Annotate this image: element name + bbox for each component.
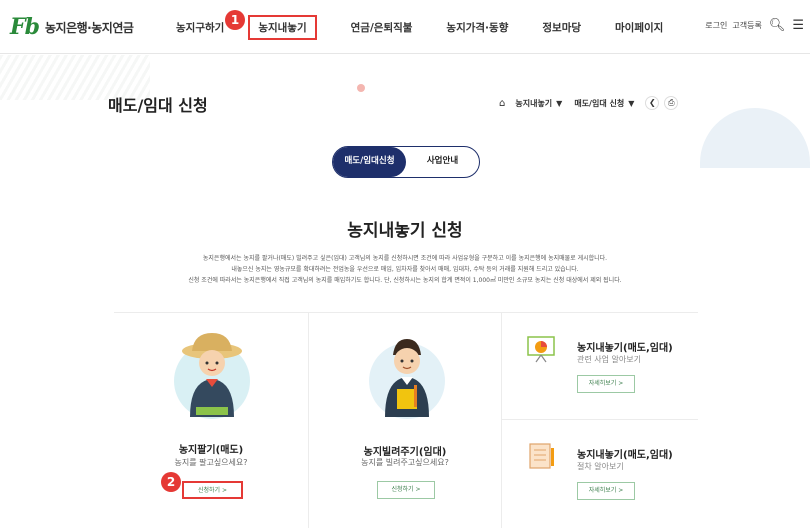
annotation-badge-2: 2 — [161, 472, 181, 492]
card-sell: 농지팔기(매도) 농지를 팔고싶으세요? 신청하기 > — [114, 313, 309, 528]
login-link[interactable]: 로그인 — [705, 20, 727, 31]
card-title: 농지빌려주기(임대) — [363, 447, 447, 458]
logo-text: 농지은행·농지연금 — [45, 20, 134, 35]
chevron-down-icon[interactable]: ▼ — [556, 99, 562, 108]
page-title: 매도/임대 신청 — [108, 96, 208, 115]
card-subtitle: 농지를 빌려주고싶으세요? — [361, 458, 449, 467]
decorative-dot — [357, 84, 365, 92]
cards-grid: 농지팔기(매도) 농지를 팔고싶으세요? 신청하기 > 농지빌려주기(임대) 농… — [114, 312, 698, 528]
apply-lease-button[interactable]: 신청하기 > — [377, 481, 435, 499]
tab-apply[interactable]: 매도/임대신청 — [333, 147, 406, 177]
breadcrumb: ⌂ 농지내놓기 ▼ 매도/임대 신청 ▼ ❮ ⎙ — [499, 96, 679, 110]
breadcrumb-item-1[interactable]: 농지내놓기 — [515, 98, 552, 109]
details-business-button[interactable]: 자세히보기 > — [577, 375, 635, 393]
card-title: 농지팔기(매도) — [178, 445, 244, 456]
nav-item-pension-retirement[interactable]: 연금/은퇴직불 — [351, 20, 413, 40]
print-icon[interactable]: ⎙ — [664, 96, 679, 110]
logo-mark: Fb — [10, 14, 40, 40]
description-line: 내놓으신 농지는 영농규모를 확대하려는 전업농을 우선으로 매입, 임차자를 … — [231, 266, 579, 273]
notebook-icon — [529, 443, 554, 469]
info-title: 농지내놓기(매도,임대) — [577, 450, 673, 461]
section-title: 농지내놓기 신청 — [347, 221, 463, 241]
decorative-shape — [700, 108, 810, 168]
share-icon[interactable]: ❮ — [645, 96, 660, 110]
card-subtitle: 농지를 팔고싶으세요? — [174, 458, 248, 467]
section-description: 농지은행에서는 농지를 팔거나(매도) 빌려주고 싶은(임대) 고객님의 농지를… — [90, 253, 720, 286]
info-title: 농지내놓기(매도,임대) — [577, 343, 673, 354]
nav-item-price-trend[interactable]: 농지가격·동향 — [446, 20, 508, 40]
info-card-business: 농지내놓기(매도,임대) 관련 사업 알아보기 자세히보기 > — [502, 313, 698, 420]
utility-menu: 로그인 고객등록 🔍︎ ☰ — [700, 18, 804, 33]
description-line: 신청 조건에 따라서는 농지은행에서 직접 고객님의 농지를 매입하기도 합니다… — [188, 277, 622, 284]
section-tabs: 매도/임대신청 사업안내 — [332, 146, 480, 178]
nav-item-find-farmland[interactable]: 농지구하기 — [176, 20, 224, 40]
signup-link[interactable]: 고객등록 — [732, 20, 761, 31]
nav-item-info[interactable]: 정보마당 — [542, 20, 581, 40]
tab-business-info[interactable]: 사업안내 — [406, 147, 479, 177]
description-line: 농지은행에서는 농지를 팔거나(매도) 빌려주고 싶은(임대) 고객님의 농지를… — [202, 255, 608, 262]
info-subtitle: 관련 사업 알아보기 — [577, 355, 641, 364]
info-subtitle: 절차 알아보기 — [577, 462, 624, 471]
nav-item-mypage[interactable]: 마이페이지 — [615, 20, 663, 40]
chevron-down-icon[interactable]: ▼ — [628, 99, 634, 108]
main-nav: 농지구하기 농지내놓기 연금/은퇴직불 농지가격·동향 정보마당 마이페이지 — [176, 15, 697, 40]
home-icon[interactable]: ⌂ — [499, 98, 505, 109]
apply-sell-button[interactable]: 신청하기 > — [182, 481, 243, 499]
presentation-icon — [527, 336, 555, 363]
farmer-illustration — [174, 333, 250, 419]
info-card-procedure: 농지내놓기(매도,임대) 절차 알아보기 자세히보기 > — [502, 420, 698, 527]
menu-icon[interactable]: ☰ — [792, 18, 804, 33]
details-procedure-button[interactable]: 자세히보기 > — [577, 482, 635, 500]
site-header: Fb 농지은행·농지연금 농지구하기 농지내놓기 연금/은퇴직불 농지가격·동향… — [0, 0, 810, 54]
annotation-badge-1: 1 — [225, 10, 245, 30]
search-icon[interactable]: 🔍︎ — [769, 18, 786, 33]
breadcrumb-item-2[interactable]: 매도/임대 신청 — [574, 98, 624, 109]
card-lease: 농지빌려주기(임대) 농지를 빌려주고싶으세요? 신청하기 > — [309, 313, 502, 528]
landowner-illustration — [369, 339, 445, 419]
nav-item-offer-farmland[interactable]: 농지내놓기 — [248, 15, 317, 40]
site-logo[interactable]: Fb 농지은행·농지연금 — [10, 14, 134, 40]
